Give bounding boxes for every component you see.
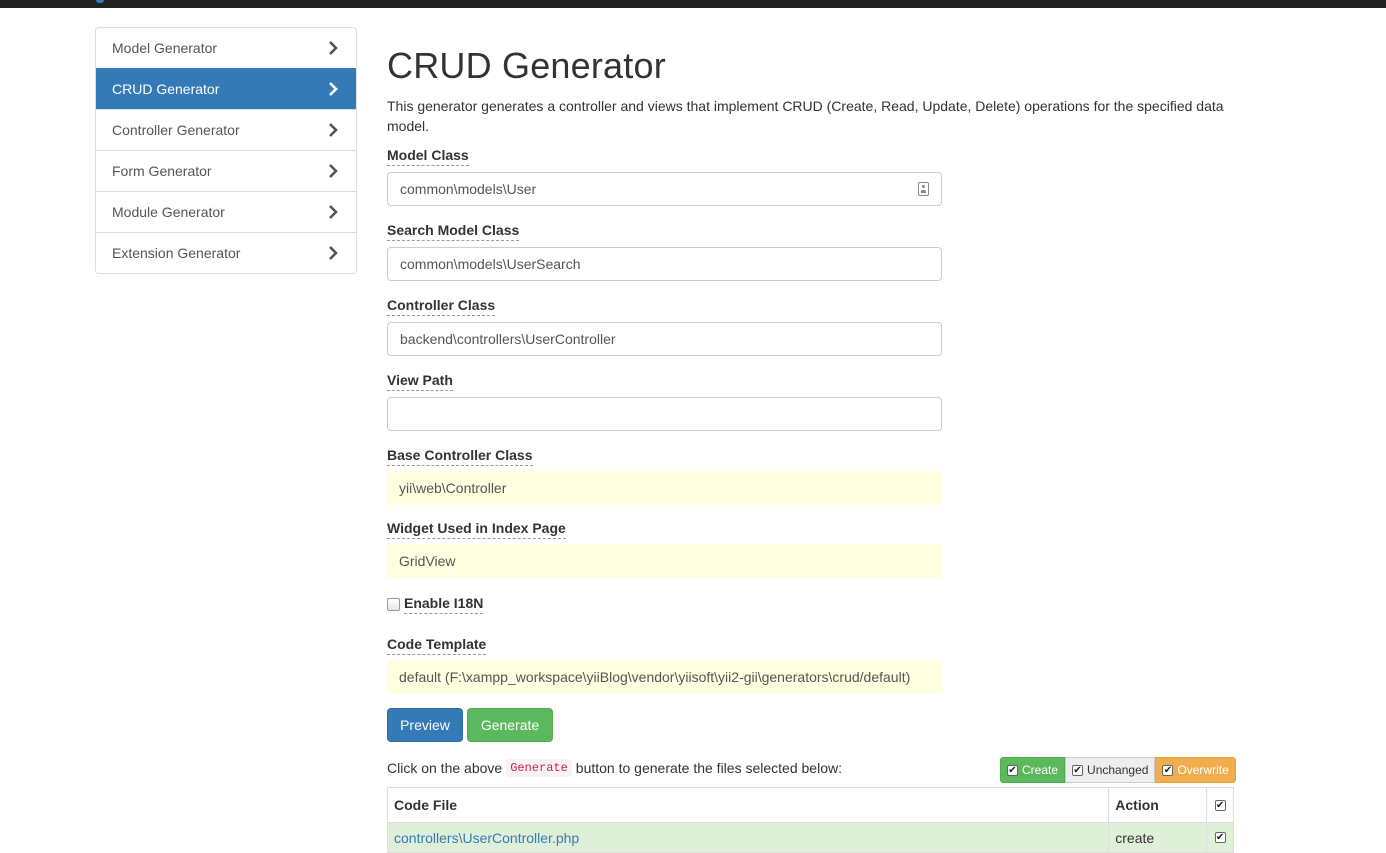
- sidebar-item-label: Extension Generator: [112, 245, 241, 261]
- legend-create-label: Create: [1022, 763, 1059, 777]
- code-file-link[interactable]: controllers\UserController.php: [394, 830, 579, 846]
- model-class-label: Model Class: [387, 147, 469, 166]
- code-file-cell: controllers\UserController.php: [388, 823, 1108, 852]
- sidebar-item-label: CRUD Generator: [112, 81, 220, 97]
- legend-overwrite-label: Overwrite: [1177, 763, 1229, 777]
- checkmark-icon: ✔: [1072, 764, 1084, 776]
- sidebar-item-label: Controller Generator: [112, 122, 240, 138]
- chevron-right-icon: [326, 246, 340, 260]
- sidebar-item-form-generator[interactable]: Form Generator: [96, 150, 356, 191]
- legend-create[interactable]: ✔ Create: [1000, 757, 1066, 783]
- checkmark-icon: ✔: [1007, 764, 1018, 776]
- view-path-input[interactable]: [387, 397, 942, 431]
- widget-value: GridView: [399, 553, 456, 569]
- page-title: CRUD Generator: [387, 45, 666, 86]
- generate-button[interactable]: Generate: [467, 708, 553, 742]
- sidebar-item-model-generator[interactable]: Model Generator: [96, 28, 356, 68]
- row-select-checkbox[interactable]: ✔: [1214, 832, 1226, 843]
- view-path-label: View Path: [387, 372, 453, 391]
- action-header: Action: [1108, 788, 1206, 822]
- base-controller-class-value: yii\web\Controller: [399, 480, 507, 496]
- generator-sidebar: Model Generator CRUD Generator Controlle…: [95, 27, 357, 274]
- action-cell: create: [1108, 823, 1206, 852]
- widget-label: Widget Used in Index Page: [387, 520, 566, 539]
- search-model-class-value: common\models\UserSearch: [400, 256, 581, 272]
- select-all-cell: ✔: [1206, 788, 1233, 822]
- top-navbar: [0, 0, 1386, 8]
- sidebar-item-label: Form Generator: [112, 163, 212, 179]
- sidebar-item-extension-generator[interactable]: Extension Generator: [96, 232, 356, 273]
- generator-description: This generator generates a controller an…: [387, 98, 1224, 134]
- sidebar-item-label: Model Generator: [112, 40, 218, 56]
- select-all-checkbox[interactable]: ✔: [1214, 799, 1226, 811]
- hint-text-before: Click on the above: [387, 760, 503, 776]
- controller-class-input[interactable]: backend\controllers\UserController: [387, 322, 942, 356]
- legend-unchanged[interactable]: ✔ Unchanged: [1065, 757, 1156, 783]
- chevron-right-icon: [326, 41, 340, 55]
- chevron-right-icon: [326, 82, 340, 96]
- hint-code: Generate: [506, 759, 572, 777]
- code-template-select[interactable]: default (F:\xampp_workspace\yiiBlog\vend…: [387, 660, 942, 694]
- checkmark-icon: ✔: [1162, 764, 1174, 776]
- code-template-label: Code Template: [387, 636, 487, 655]
- chevron-right-icon: [326, 164, 340, 178]
- table-header-row: Code File Action ✔: [388, 788, 1233, 822]
- navbar-brand-edge: [96, 0, 104, 3]
- model-class-input[interactable]: common\models\User: [387, 172, 942, 206]
- sidebar-item-controller-generator[interactable]: Controller Generator: [96, 109, 356, 150]
- controller-class-label: Controller Class: [387, 297, 496, 316]
- chevron-right-icon: [326, 123, 340, 137]
- code-template-value: default (F:\xampp_workspace\yiiBlog\vend…: [399, 669, 911, 685]
- sidebar-item-label: Module Generator: [112, 204, 225, 220]
- enable-i18n-checkbox[interactable]: [387, 598, 400, 611]
- contact-card-icon[interactable]: [918, 182, 929, 196]
- base-controller-class-input[interactable]: yii\web\Controller: [387, 471, 942, 505]
- base-controller-class-label: Base Controller Class: [387, 447, 533, 466]
- enable-i18n-label: Enable I18N: [404, 595, 484, 614]
- legend-unchanged-label: Unchanged: [1087, 763, 1149, 777]
- generate-hint: Click on the above Generate button to ge…: [387, 759, 842, 777]
- legend-overwrite[interactable]: ✔ Overwrite: [1155, 757, 1236, 783]
- table-row: controllers\UserController.php create ✔: [388, 822, 1233, 852]
- file-status-legend: ✔ Create ✔ Unchanged ✔ Overwrite: [1000, 757, 1236, 783]
- controller-class-value: backend\controllers\UserController: [400, 331, 616, 347]
- widget-select[interactable]: GridView: [387, 544, 942, 578]
- chevron-right-icon: [326, 205, 340, 219]
- enable-i18n-row: Enable I18N: [387, 595, 484, 614]
- code-files-table: Code File Action ✔ controllers\UserContr…: [387, 787, 1234, 853]
- search-model-class-input[interactable]: common\models\UserSearch: [387, 247, 942, 281]
- sidebar-item-module-generator[interactable]: Module Generator: [96, 191, 356, 232]
- model-class-value: common\models\User: [400, 181, 537, 197]
- search-model-class-label: Search Model Class: [387, 222, 520, 241]
- preview-button[interactable]: Preview: [387, 708, 463, 742]
- code-file-header: Code File: [394, 797, 458, 813]
- sidebar-item-crud-generator[interactable]: CRUD Generator: [96, 68, 356, 109]
- row-select-cell: ✔: [1206, 823, 1233, 852]
- hint-text-after: button to generate the files selected be…: [575, 760, 842, 776]
